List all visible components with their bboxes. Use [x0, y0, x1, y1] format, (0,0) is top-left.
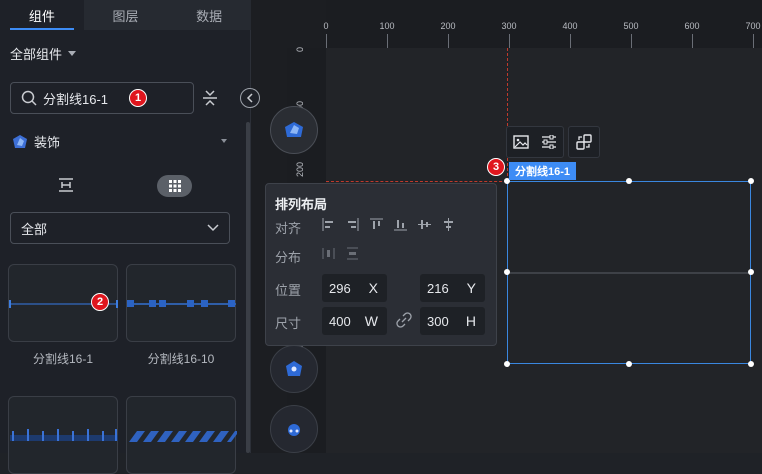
filter-select[interactable]: 全部	[10, 212, 230, 244]
position-label: 位置	[275, 283, 302, 298]
align-right-icon[interactable]	[346, 218, 359, 231]
component-panel: 组件 图层 数据 全部组件 1 装饰 全部	[0, 0, 251, 474]
resize-handle[interactable]	[504, 269, 510, 275]
card-label: 分割线16-1	[32, 352, 94, 366]
height-axis-label: H	[465, 313, 476, 329]
resize-handle[interactable]	[626, 361, 632, 367]
resize-handle[interactable]	[748, 361, 754, 367]
category-caret-icon[interactable]	[221, 139, 227, 143]
resize-handle[interactable]	[748, 269, 754, 275]
collapse-panel-button[interactable]	[240, 88, 260, 108]
node-icon	[286, 361, 302, 376]
y-axis-label: Y	[466, 280, 476, 296]
align-center-horizontal-icon[interactable]	[442, 218, 455, 231]
grid-view-toggle[interactable]	[157, 175, 192, 197]
align-left-icon[interactable]	[322, 218, 335, 231]
chevron-left-icon	[246, 93, 253, 103]
distribute-buttons	[322, 247, 359, 260]
card-label: 分割线16-10	[147, 352, 215, 366]
image-icon[interactable]	[513, 135, 529, 149]
divider-thumbnail	[10, 429, 118, 441]
y-input[interactable]: 216 Y	[420, 274, 485, 302]
filter-select-value: 全部	[21, 221, 48, 237]
align-center-vertical-icon[interactable]	[418, 218, 431, 231]
alignment-guide-horizontal	[326, 181, 507, 182]
panel-tabs: 组件 图层 数据	[0, 0, 251, 30]
group-icon	[288, 424, 300, 436]
layer-tool-button[interactable]	[270, 106, 318, 154]
node-tool-button[interactable]	[270, 345, 318, 393]
distribute-vertical-icon[interactable]	[346, 247, 359, 260]
divider-thumbnail	[129, 431, 237, 442]
size-label: 尺寸	[275, 316, 302, 331]
swap-icon	[576, 134, 592, 150]
align-bottom-icon[interactable]	[394, 218, 407, 231]
ruler-tick-label: 200	[295, 161, 305, 177]
panel-scrollbar[interactable]	[246, 122, 250, 453]
height-input[interactable]: 300 H	[420, 307, 485, 335]
component-card[interactable]	[126, 396, 237, 474]
selection-box[interactable]	[507, 181, 751, 364]
list-view-icon[interactable]	[58, 177, 74, 193]
distribute-label: 分布	[275, 250, 302, 265]
divider-thumbnail	[127, 300, 236, 307]
height-value: 300	[427, 313, 449, 329]
resize-handle[interactable]	[748, 178, 754, 184]
replace-component-button[interactable]	[568, 126, 600, 158]
popup-title: 排列布局	[275, 197, 328, 212]
alignment-guide-vertical	[507, 48, 508, 181]
align-top-icon[interactable]	[370, 218, 383, 231]
tab-data[interactable]: 数据	[167, 0, 251, 30]
step-badge: 2	[91, 293, 109, 311]
layout-popup: 排列布局 对齐 分布 位置 296 X 216 Y 尺寸 400 W 300 H	[265, 183, 497, 346]
resize-handle[interactable]	[504, 361, 510, 367]
caret-down-icon	[68, 51, 77, 56]
sort-icon[interactable]	[202, 89, 218, 107]
tab-layers[interactable]: 图层	[84, 0, 168, 30]
resize-handle[interactable]	[626, 178, 632, 184]
component-card[interactable]	[8, 396, 118, 474]
ruler-tick-label: 0	[295, 46, 305, 52]
x-value: 296	[329, 280, 351, 296]
group-tool-button[interactable]	[270, 405, 318, 453]
chevron-down-icon	[207, 224, 219, 232]
width-value: 400	[329, 313, 351, 329]
ruler-top-ticks	[326, 34, 754, 48]
category-decoration[interactable]: 装饰	[12, 132, 60, 151]
step-badge: 3	[487, 158, 505, 176]
selected-component-label[interactable]: 分割线16-1	[509, 162, 577, 180]
all-components-label: 全部组件	[10, 47, 63, 62]
x-axis-label: X	[368, 280, 378, 296]
cube-icon	[285, 122, 303, 137]
grid-icon	[168, 180, 181, 192]
search-icon	[21, 90, 37, 106]
align-label: 对齐	[275, 221, 302, 236]
ruler-top: 0 100 200 300 400 500 600 700	[323, 0, 762, 48]
align-buttons	[322, 218, 455, 231]
component-toolbar	[506, 126, 564, 158]
settings-sliders-icon[interactable]	[541, 135, 557, 149]
decoration-icon	[13, 134, 27, 148]
distribute-horizontal-icon[interactable]	[322, 247, 335, 260]
search-box[interactable]: 1	[10, 82, 194, 114]
width-axis-label: W	[364, 313, 378, 329]
category-label: 装饰	[34, 135, 61, 150]
all-components-dropdown[interactable]: 全部组件	[10, 44, 77, 63]
step-badge: 1	[129, 89, 147, 107]
x-input[interactable]: 296 X	[322, 274, 387, 302]
link-ratio-icon[interactable]	[396, 312, 412, 328]
width-input[interactable]: 400 W	[322, 307, 387, 335]
component-card[interactable]	[126, 264, 236, 342]
y-value: 216	[427, 280, 449, 296]
tab-components[interactable]: 组件	[0, 0, 84, 30]
component-card[interactable]: 2	[8, 264, 118, 342]
search-input[interactable]	[43, 90, 123, 106]
